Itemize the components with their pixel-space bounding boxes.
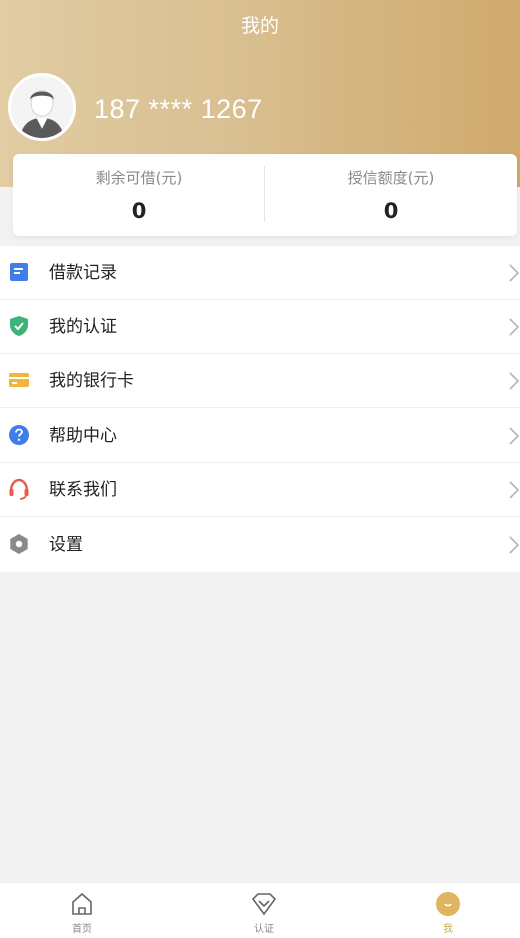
chevron-right-icon (508, 480, 520, 500)
menu-item-label: 联系我们 (49, 480, 117, 500)
menu-item-bank-cards[interactable]: 我的银行卡 (0, 354, 520, 408)
chevron-right-icon (508, 426, 520, 446)
page-title: 我的 (240, 15, 279, 37)
tab-home[interactable]: 首页 (22, 883, 142, 938)
phone-number: 187 **** 1267 (94, 94, 263, 124)
person-icon (435, 891, 461, 917)
chevron-right-icon (508, 317, 520, 337)
tab-me[interactable]: 我 (388, 883, 508, 938)
chevron-right-icon (508, 263, 520, 283)
tab-verification[interactable]: 认证 (204, 883, 324, 938)
bank-card-icon (8, 369, 30, 391)
menu-item-label: 我的银行卡 (49, 371, 134, 391)
credit-limit-value: 0 (383, 199, 399, 223)
document-icon (8, 261, 30, 283)
tab-label: 首页 (72, 924, 92, 935)
shield-check-icon (8, 315, 30, 337)
avatar-person-icon (11, 76, 73, 138)
remaining-credit: 剩余可借(元) 0 (13, 154, 265, 236)
menu-item-my-verification[interactable]: 我的认证 (0, 300, 520, 354)
menu-item-help-center[interactable]: 帮助中心 (0, 409, 520, 463)
remaining-credit-label: 剩余可借(元) (95, 169, 183, 187)
bottom-tab-bar: 首页 认证 我 (0, 882, 520, 938)
credit-limit-label: 授信额度(元) (347, 169, 435, 187)
tab-label: 我 (443, 924, 453, 935)
diamond-icon (251, 891, 277, 917)
chevron-right-icon (508, 371, 520, 391)
menu-item-contact-us[interactable]: 联系我们 (0, 463, 520, 517)
chevron-right-icon (508, 535, 520, 555)
headset-icon (8, 478, 30, 500)
menu-item-label: 设置 (49, 535, 83, 555)
question-icon (8, 424, 30, 446)
menu-list: 借款记录 我的认证 我的银行卡 帮助中心 联系我们 设置 (0, 246, 520, 572)
gear-icon (8, 533, 30, 555)
tab-label: 认证 (254, 924, 274, 935)
credit-summary-card: 剩余可借(元) 0 授信额度(元) 0 (13, 154, 517, 236)
menu-item-settings[interactable]: 设置 (0, 518, 520, 572)
menu-item-label: 帮助中心 (49, 426, 117, 446)
menu-item-label: 借款记录 (49, 263, 117, 283)
menu-item-loan-records[interactable]: 借款记录 (0, 246, 520, 300)
credit-limit: 授信额度(元) 0 (265, 154, 517, 236)
remaining-credit-value: 0 (131, 199, 147, 223)
home-icon (69, 891, 95, 917)
menu-item-label: 我的认证 (49, 317, 117, 337)
avatar[interactable] (8, 73, 76, 141)
